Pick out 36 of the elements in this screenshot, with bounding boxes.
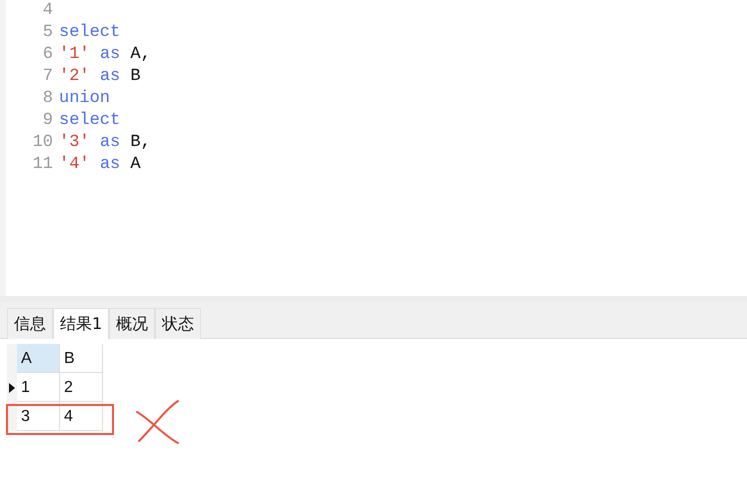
code-token: A, xyxy=(130,45,151,64)
column-header[interactable]: B xyxy=(60,344,103,373)
line-number: 6 xyxy=(42,45,53,64)
tab[interactable]: 结果1 xyxy=(53,308,110,339)
table-cell: 4 xyxy=(60,402,103,431)
code-token: union xyxy=(59,89,110,108)
line-number: 11 xyxy=(32,155,53,174)
tab[interactable]: 状态 xyxy=(155,308,202,339)
code-token: as xyxy=(100,45,120,64)
table-cell: 2 xyxy=(60,373,103,402)
line-number: 5 xyxy=(42,23,53,42)
table-cell: 3 xyxy=(17,402,60,431)
tab[interactable]: 概况 xyxy=(109,308,156,339)
code-token: as xyxy=(100,155,120,174)
line-number: 7 xyxy=(42,67,53,86)
code-token: '3' xyxy=(59,133,90,152)
code-token: as xyxy=(100,133,120,152)
tab[interactable]: 信息 xyxy=(7,308,53,339)
code-token: B xyxy=(130,67,141,86)
header-corner xyxy=(7,344,17,373)
line-number: 8 xyxy=(42,89,53,108)
line-number: 9 xyxy=(42,111,53,130)
cross-mark-drawing xyxy=(136,400,179,444)
line-number: 10 xyxy=(32,133,53,152)
column-header[interactable]: A xyxy=(17,344,60,373)
code-token: as xyxy=(100,67,120,86)
code-token: select xyxy=(59,111,120,130)
table-cell: 1 xyxy=(17,373,60,402)
code-token: '4' xyxy=(59,155,90,174)
code-token: A xyxy=(130,155,141,174)
code-token: B, xyxy=(130,133,151,152)
line-number: 4 xyxy=(42,1,53,20)
row-header[interactable] xyxy=(7,373,17,402)
code-token: '1' xyxy=(59,45,90,64)
code-token: select xyxy=(59,23,120,42)
code-token: '2' xyxy=(59,67,90,86)
